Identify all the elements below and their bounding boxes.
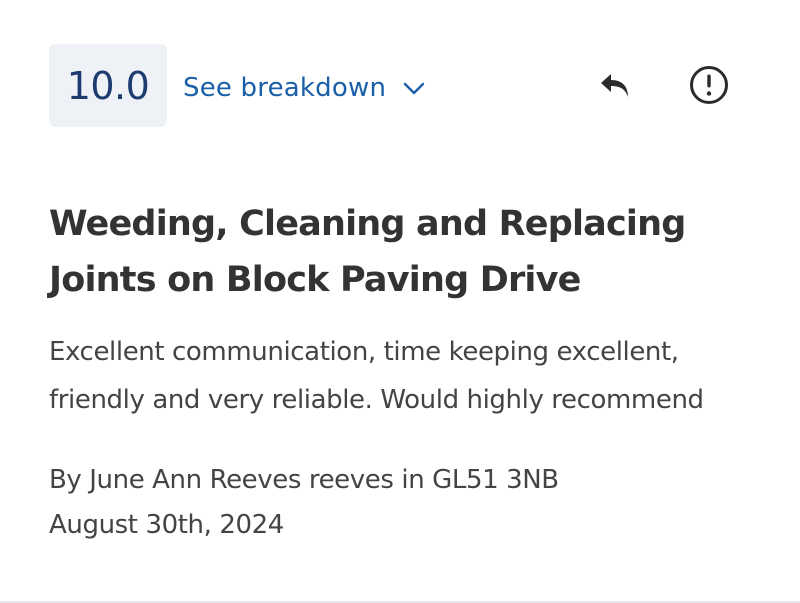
see-breakdown-button[interactable]: See breakdown [183, 68, 426, 108]
report-button[interactable] [686, 64, 732, 110]
review-author: By June Ann Reeves reeves in GL51 3NB [49, 465, 559, 495]
score-badge: 10.0 [49, 44, 167, 127]
review-card: 10.0 See breakdown Weeding, Cleaning and… [0, 0, 800, 601]
chevron-down-icon [402, 76, 426, 100]
see-breakdown-label: See breakdown [183, 73, 387, 103]
reply-button[interactable] [592, 64, 638, 110]
review-date: August 30th, 2024 [49, 510, 284, 540]
reply-arrow-icon [595, 65, 635, 109]
exclamation-circle-icon [688, 64, 730, 110]
review-title: Weeding, Cleaning and Replacing Joints o… [49, 204, 686, 300]
score-value: 10.0 [66, 63, 150, 108]
review-body: Excellent communication, time keeping ex… [49, 337, 704, 415]
review-meta: By June Ann Reeves reeves in GL51 3NB Au… [49, 458, 769, 548]
